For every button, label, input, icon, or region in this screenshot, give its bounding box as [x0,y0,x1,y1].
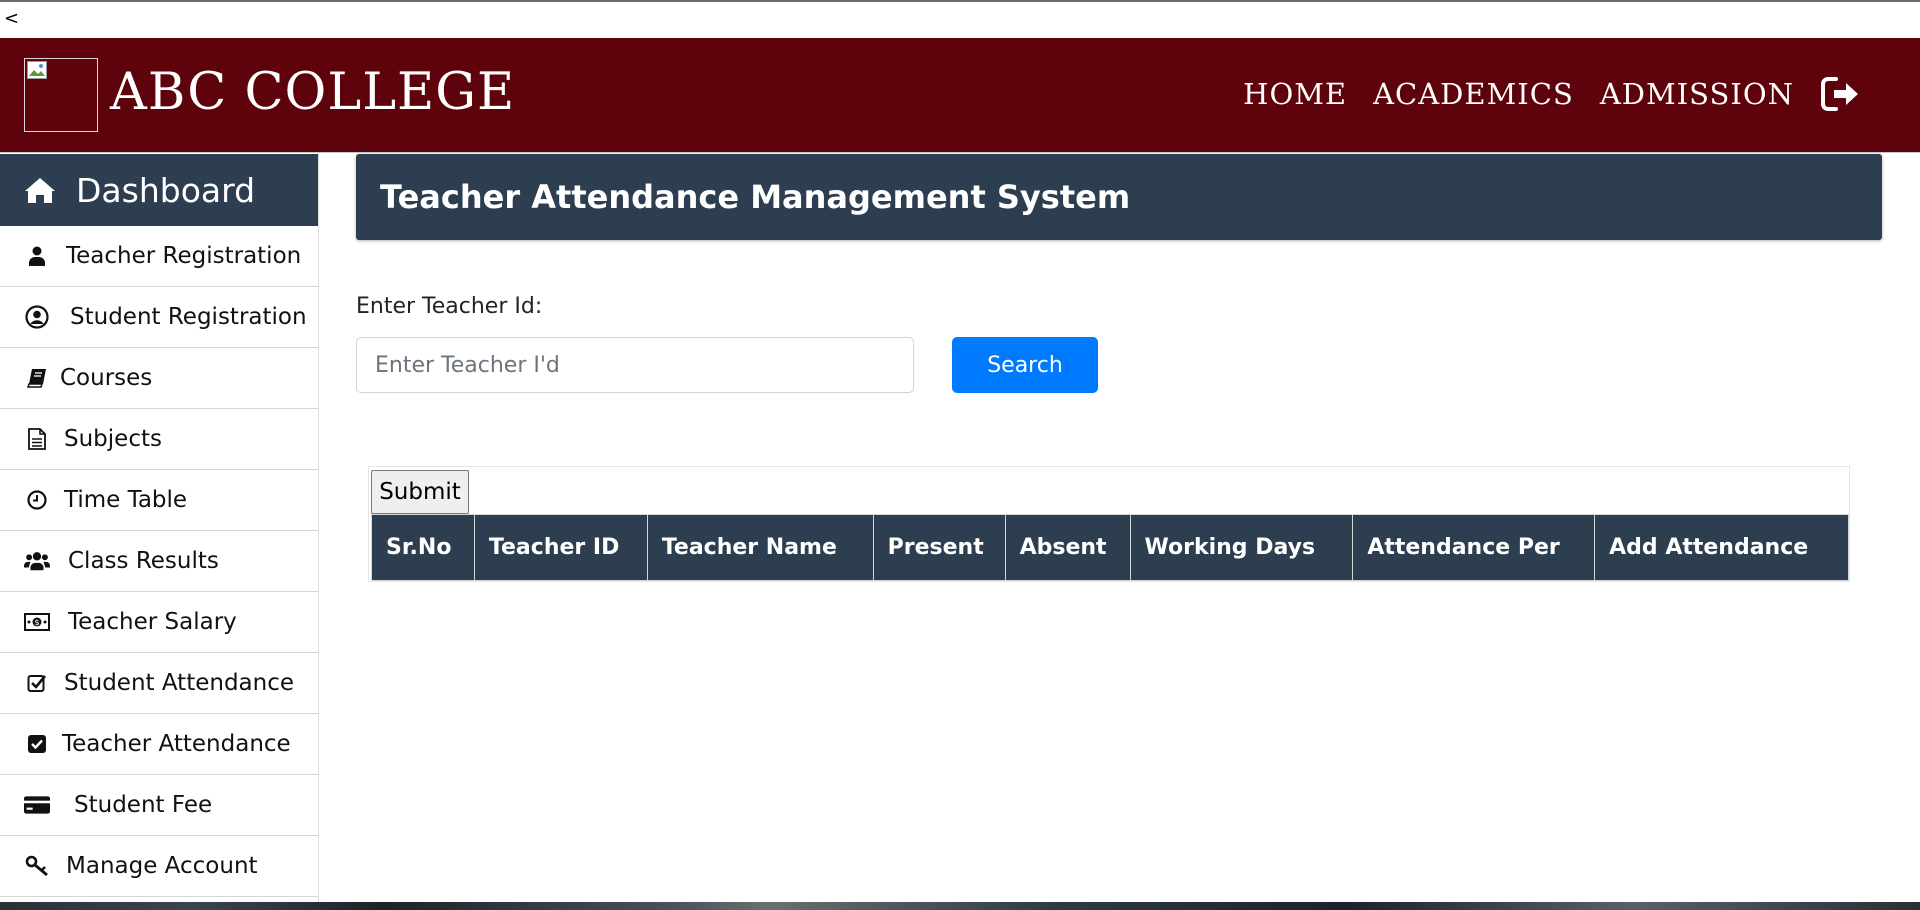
broken-image-icon [27,61,47,79]
top-nav: HOME ACADEMICS ADMISSION [1243,76,1860,112]
logout-icon[interactable] [1820,76,1860,112]
sidebar-item-label: Teacher Attendance [62,731,291,757]
credit-card-icon [24,792,50,818]
column-header: Present [872,514,1006,581]
sidebar-item-teacher-registration[interactable]: Teacher Registration [0,226,318,287]
sidebar-item-student-fee[interactable]: Student Fee [0,775,318,836]
background-strip [0,902,1920,910]
teacher-id-label: Enter Teacher Id: [356,294,543,319]
column-header: Attendance Per [1352,514,1596,581]
clock-icon [24,487,50,513]
site-header: ABC COLLEGE HOME ACADEMICS ADMISSION [0,38,1920,153]
sidebar-item-label: Courses [60,365,153,391]
column-header: Sr.No [371,514,475,581]
check-square-icon [24,731,50,757]
sidebar-item-label: Time Table [64,487,188,513]
sidebar-item-subjects[interactable]: Subjects [0,409,318,470]
submit-button[interactable]: Submit [371,470,469,514]
document-icon [24,426,50,452]
attendance-form: Submit Sr.No Teacher ID Teacher Name Pre… [368,466,1850,582]
page-title: Teacher Attendance Management System [380,178,1131,216]
user-icon [24,243,50,269]
nav-home[interactable]: HOME [1243,77,1347,111]
sidebar-item-label: Manage Account [66,853,258,879]
sidebar-item-label: Student Fee [74,792,213,818]
svg-text:$: $ [34,618,39,627]
sidebar-item-teacher-attendance[interactable]: Teacher Attendance [0,714,318,775]
page-title-bar: Teacher Attendance Management System [356,154,1882,240]
search-button[interactable]: Search [952,337,1098,393]
window-top-border [0,0,1920,2]
money-icon: $ [24,609,50,635]
sidebar-item-label: Subjects [64,426,162,452]
nav-admission[interactable]: ADMISSION [1600,77,1794,111]
table-header-row: Sr.No Teacher ID Teacher Name Present Ab… [371,514,1849,581]
teacher-id-input[interactable] [356,337,914,393]
column-header: Teacher Name [646,514,874,581]
users-icon [24,548,50,574]
column-header: Teacher ID [473,514,648,581]
sidebar-item-label: Student Registration [70,304,307,330]
sidebar-item-teacher-salary[interactable]: $ Teacher Salary [0,592,318,653]
sidebar-item-label: Teacher Registration [66,243,302,269]
sidebar: Dashboard Teacher Registration Student R… [0,154,319,902]
sidebar-item-class-results[interactable]: Class Results [0,531,318,592]
home-icon [25,178,55,203]
key-icon [24,853,50,879]
nav-academics[interactable]: ACADEMICS [1373,77,1574,111]
column-header: Add Attendance [1594,514,1849,581]
sidebar-item-label: Class Results [68,548,219,574]
book-icon [24,365,50,391]
sidebar-dashboard-label: Dashboard [76,170,256,210]
user-circle-icon [24,304,50,330]
college-name: ABC COLLEGE [110,63,516,122]
column-header: Working Days [1129,514,1354,581]
sidebar-item-student-registration[interactable]: Student Registration [0,287,318,348]
sidebar-item-manage-account[interactable]: Manage Account [0,836,318,897]
sidebar-item-student-attendance[interactable]: Student Attendance [0,653,318,714]
back-link[interactable]: < [4,10,19,28]
attendance-table: Sr.No Teacher ID Teacher Name Present Ab… [371,514,1849,581]
sidebar-item-label: Student Attendance [64,670,295,696]
sidebar-dashboard[interactable]: Dashboard [0,154,318,226]
sidebar-item-time-table[interactable]: Time Table [0,470,318,531]
sidebar-item-courses[interactable]: Courses [0,348,318,409]
check-square-outline-icon [24,670,50,696]
column-header: Absent [1004,514,1131,581]
college-logo [24,58,98,132]
sidebar-item-label: Teacher Salary [68,609,237,635]
